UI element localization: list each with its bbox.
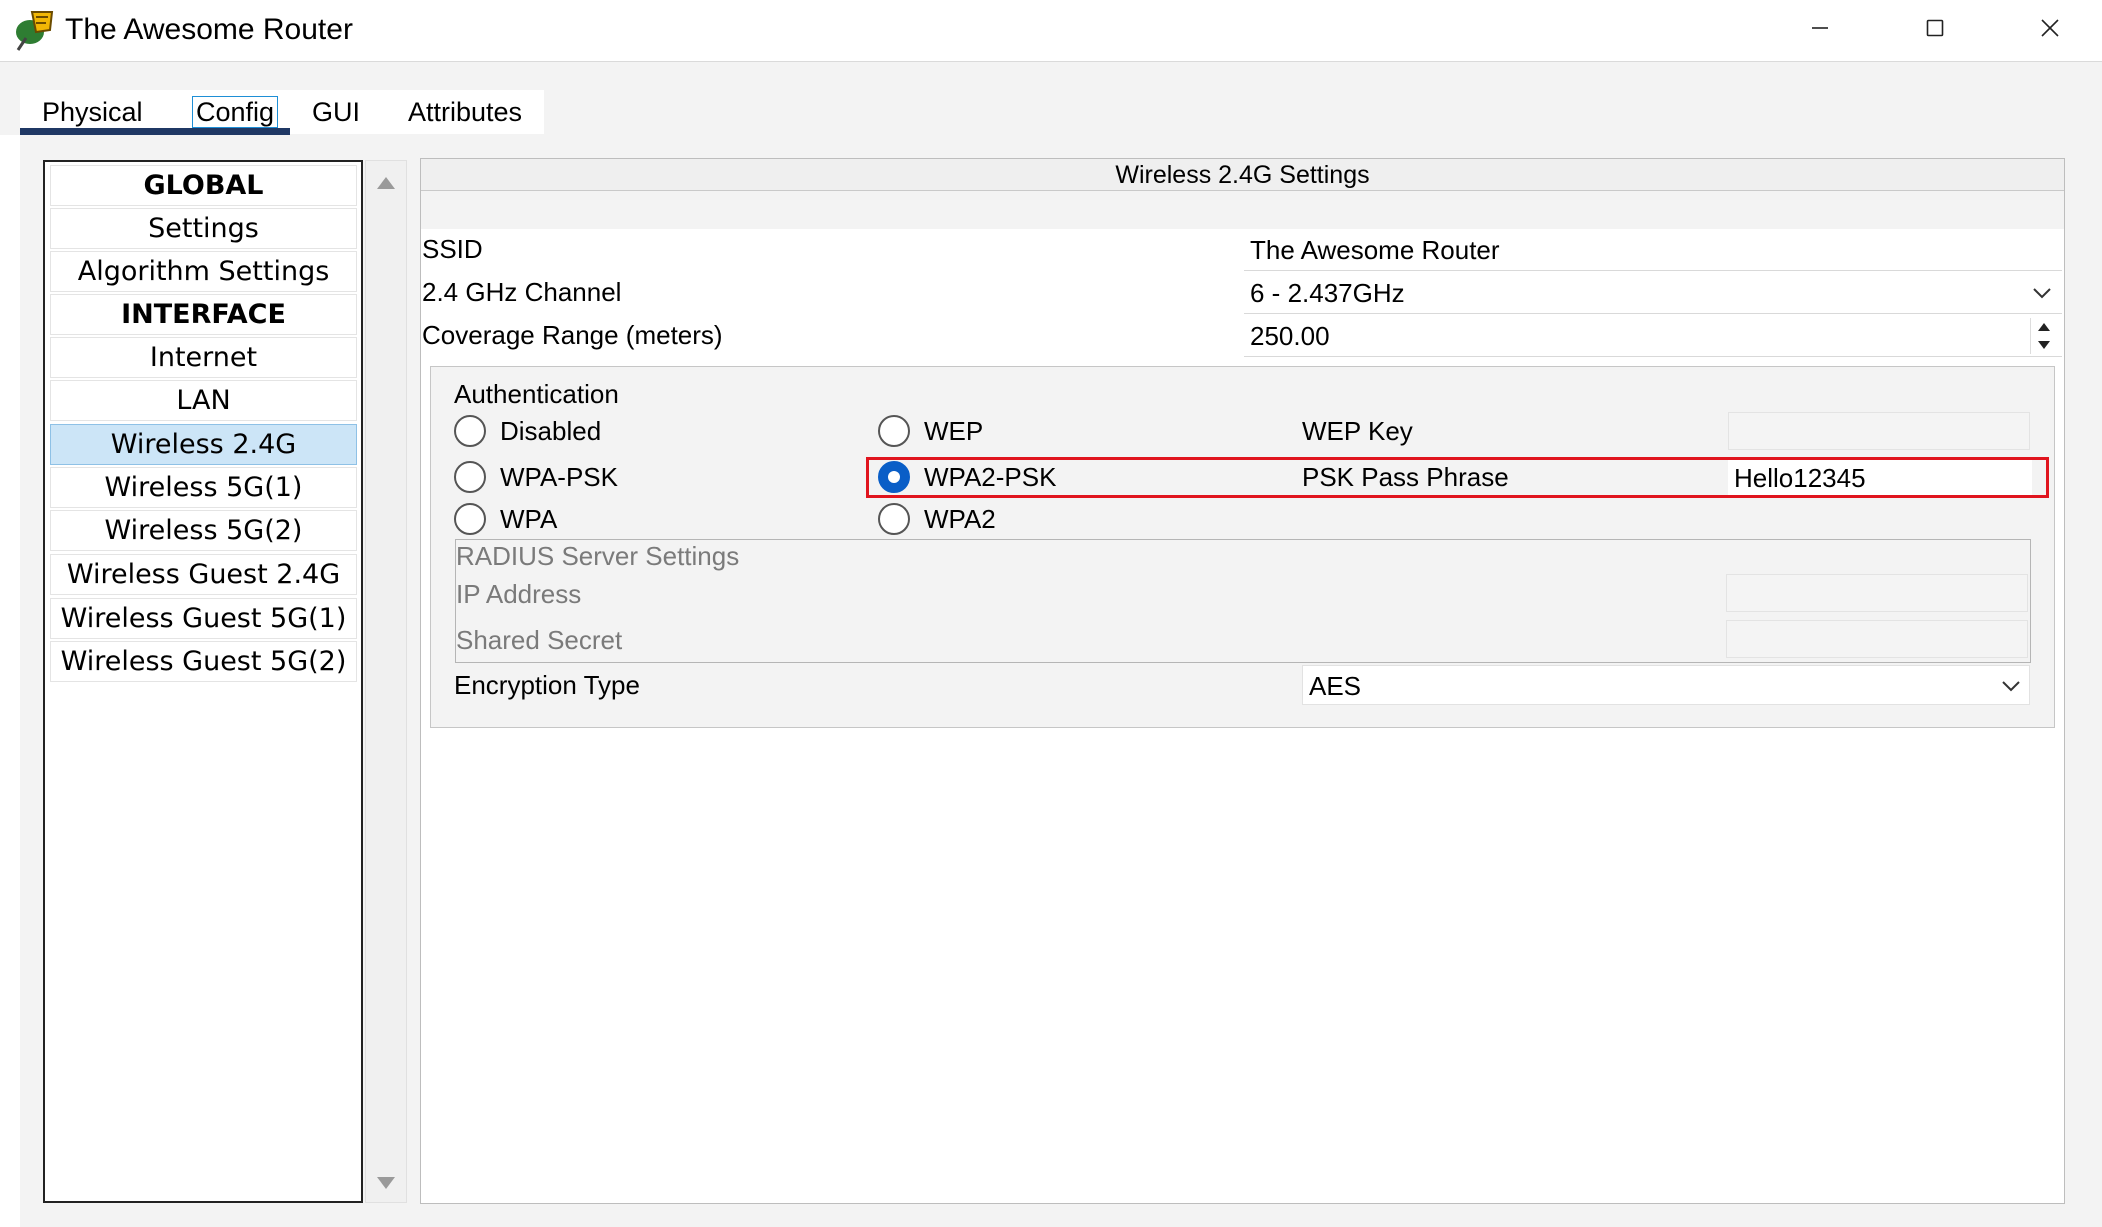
chevron-down-icon bbox=[2002, 681, 2020, 692]
radio-disabled-label: Disabled bbox=[500, 416, 602, 446]
tab-attributes[interactable]: Attributes bbox=[386, 90, 544, 134]
radio-wpa[interactable] bbox=[454, 503, 486, 535]
sidebar-header-interface: INTERFACE bbox=[50, 294, 357, 335]
ssid-label: SSID bbox=[422, 234, 483, 264]
scroll-down-arrow-icon[interactable] bbox=[376, 1176, 396, 1195]
window-title: The Awesome Router bbox=[65, 13, 353, 46]
wep-key-input bbox=[1728, 412, 2030, 450]
encryption-type-label: Encryption Type bbox=[454, 670, 640, 700]
radius-ip-label: IP Address bbox=[456, 579, 582, 609]
radius-shared-secret-label: Shared Secret bbox=[456, 625, 623, 655]
channel-select[interactable]: 6 - 2.437GHz bbox=[1244, 272, 2062, 314]
sidebar-item-wireless-5g-2[interactable]: Wireless 5G(2) bbox=[50, 510, 357, 551]
radio-wpa2-label: WPA2 bbox=[924, 504, 996, 534]
coverage-range-label: Coverage Range (meters) bbox=[422, 320, 723, 350]
panel-spacer bbox=[421, 191, 2064, 229]
tab-label: GUI bbox=[312, 97, 361, 127]
channel-label: 2.4 GHz Channel bbox=[422, 277, 622, 307]
radio-wpa-label: WPA bbox=[500, 504, 558, 534]
spinner-up-icon[interactable] bbox=[2037, 322, 2051, 332]
ssid-input[interactable]: The Awesome Router bbox=[1244, 229, 2062, 271]
encryption-selected-value: AES bbox=[1309, 671, 1362, 701]
tab-label: Config bbox=[192, 96, 279, 128]
sidebar-item-wireless-2-4g[interactable]: Wireless 2.4G bbox=[50, 424, 357, 465]
scroll-up-arrow-icon[interactable] bbox=[376, 176, 396, 195]
sidebar-item-settings[interactable]: Settings bbox=[50, 208, 357, 249]
channel-selected-value: 6 - 2.437GHz bbox=[1250, 278, 1405, 308]
radius-heading: RADIUS Server Settings bbox=[456, 541, 740, 571]
tab-gui[interactable]: GUI bbox=[290, 90, 386, 134]
radio-wpa2[interactable] bbox=[878, 503, 910, 535]
minimize-button[interactable] bbox=[1765, 0, 1875, 56]
close-button[interactable] bbox=[1995, 0, 2102, 56]
radio-wep-label: WEP bbox=[924, 416, 984, 446]
panel-title: Wireless 2.4G Settings bbox=[421, 159, 2064, 191]
spinner-down-icon[interactable] bbox=[2037, 340, 2051, 350]
radius-shared-secret-input bbox=[1726, 620, 2028, 658]
close-icon bbox=[2041, 19, 2059, 37]
sidebar-item-wireless-guest-5g-2[interactable]: Wireless Guest 5G(2) bbox=[50, 641, 357, 682]
sidebar-item-wireless-guest-5g-1[interactable]: Wireless Guest 5G(1) bbox=[50, 598, 357, 639]
sidebar-header-global: GLOBAL bbox=[50, 165, 357, 206]
spinner-arrows[interactable] bbox=[2030, 318, 2056, 354]
radio-disabled[interactable] bbox=[454, 415, 486, 447]
radius-ip-input bbox=[1726, 574, 2028, 612]
sidebar-item-wireless-guest-2-4g[interactable]: Wireless Guest 2.4G bbox=[50, 554, 357, 595]
authentication-heading: Authentication bbox=[454, 379, 619, 409]
sidebar-item-internet[interactable]: Internet bbox=[50, 337, 357, 378]
minimize-icon bbox=[1812, 27, 1828, 29]
sidebar-scrollbar[interactable] bbox=[365, 160, 407, 1203]
radio-wpa-psk[interactable] bbox=[454, 461, 486, 493]
highlight-annotation-box bbox=[866, 457, 2049, 498]
sidebar-list: GLOBAL Settings Algorithm Settings INTER… bbox=[43, 160, 363, 1203]
tab-label: Attributes bbox=[408, 97, 523, 127]
sidebar-item-lan[interactable]: LAN bbox=[50, 380, 357, 421]
maximize-button[interactable] bbox=[1880, 0, 1990, 56]
coverage-range-value: 250.00 bbox=[1250, 321, 1330, 351]
active-tab-indicator bbox=[20, 128, 290, 135]
router-app-icon bbox=[12, 8, 56, 52]
radio-wep[interactable] bbox=[878, 415, 910, 447]
wep-key-label: WEP Key bbox=[1302, 416, 1413, 446]
coverage-range-spinner[interactable]: 250.00 bbox=[1244, 315, 2062, 357]
chevron-down-icon bbox=[2033, 288, 2051, 299]
radio-wpa-psk-label: WPA-PSK bbox=[500, 462, 618, 492]
sidebar-item-algorithm-settings[interactable]: Algorithm Settings bbox=[50, 251, 357, 292]
tab-label: Physical bbox=[42, 97, 143, 127]
maximize-icon bbox=[1926, 19, 1944, 37]
encryption-type-select[interactable]: AES bbox=[1302, 665, 2030, 705]
sidebar-item-wireless-5g-1[interactable]: Wireless 5G(1) bbox=[50, 467, 357, 508]
